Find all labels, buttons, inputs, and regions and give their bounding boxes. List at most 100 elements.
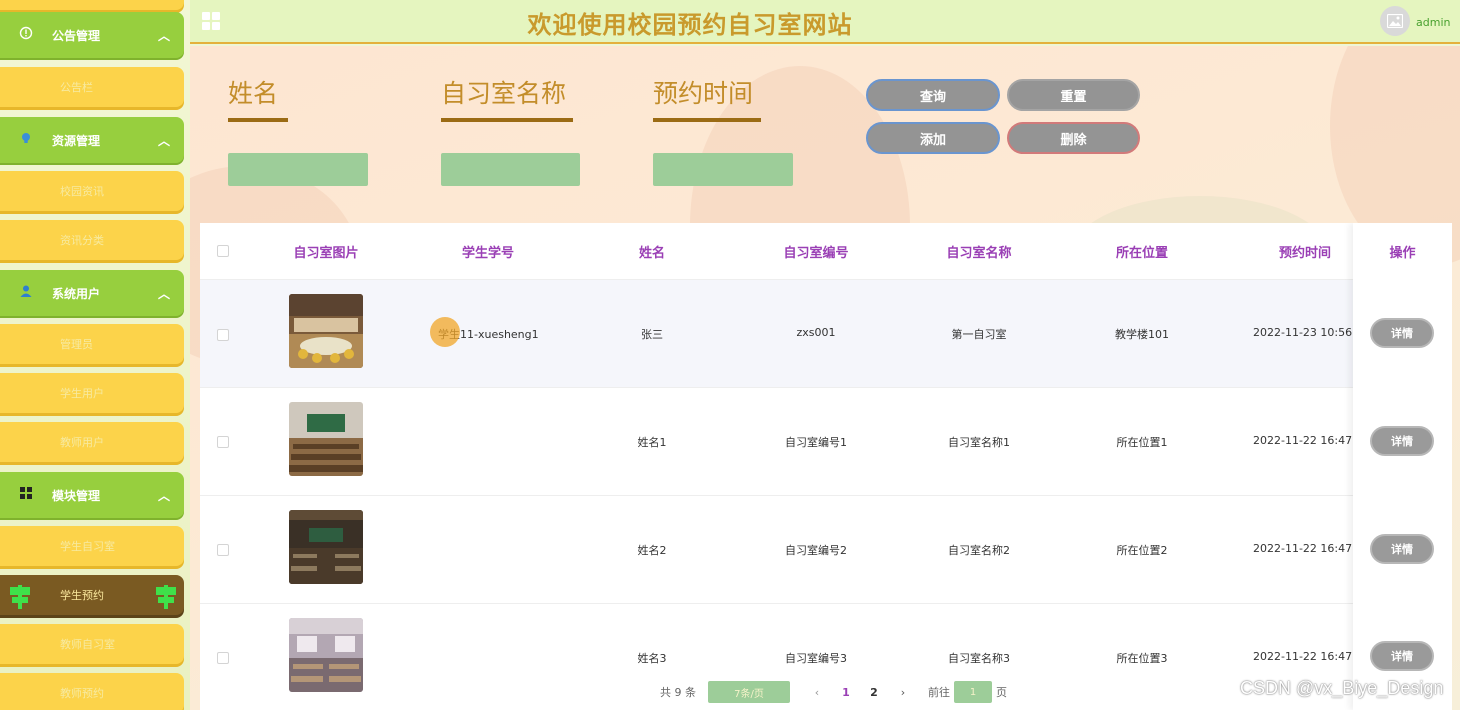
sidebar-item-bulletin[interactable]: 公告栏 — [0, 67, 184, 107]
booking-table: 自习室图片 学生学号 姓名 自习室编号 自习室名称 所在位置 预约时间 学生11… — [200, 223, 1452, 710]
cell-booking-time: 2022-11-23 10:56:06 — [1253, 326, 1353, 339]
row-checkbox[interactable] — [217, 329, 229, 341]
cell-room-no: 自习室编号2 — [785, 544, 847, 557]
column-header[interactable]: 预约时间 — [1255, 242, 1355, 261]
detail-button[interactable]: 详情 — [1370, 534, 1434, 564]
column-header[interactable]: 学生学号 — [438, 242, 538, 261]
signpost-icon — [156, 585, 176, 609]
row-checkbox[interactable] — [217, 544, 229, 556]
sidebar: 公告管理 ︿ 公告栏 资源管理 ︿ 校园资讯 资讯分类 系统用户 ︿ 管理员 学… — [0, 0, 190, 710]
sidebar-item-student-booking[interactable]: 学生预约 — [0, 575, 184, 615]
room-thumbnail — [289, 402, 363, 476]
sidebar-group-label: 系统用户 — [52, 286, 101, 301]
sidebar-group-resources[interactable]: 资源管理 ︿ — [0, 117, 184, 163]
avatar[interactable] — [1380, 6, 1410, 36]
cell-room-no: 自习室编号3 — [785, 652, 847, 665]
signpost-icon — [10, 585, 30, 609]
sidebar-group-system-users[interactable]: 系统用户 ︿ — [0, 270, 184, 316]
main-content: 姓名 自习室名称 预约时间 查询 重置 添加 删除 自习室图片 学生学号 姓名 … — [190, 46, 1460, 710]
detail-button[interactable]: 详情 — [1370, 641, 1434, 671]
sidebar-item-news-category[interactable]: 资讯分类 — [0, 220, 184, 260]
add-button[interactable]: 添加 — [866, 122, 1000, 154]
detail-button[interactable]: 详情 — [1370, 318, 1434, 348]
column-header[interactable]: 自习室图片 — [276, 242, 376, 261]
sidebar-group-announcement[interactable]: 公告管理 ︿ — [0, 12, 184, 58]
sidebar-item-admin[interactable]: 管理员 — [0, 324, 184, 364]
cell-room-name: 自习室名称3 — [948, 652, 1010, 665]
user-icon — [0, 284, 52, 302]
search-field-room-name: 自习室名称 — [441, 74, 573, 122]
search-label-room-name: 自习室名称 — [441, 79, 567, 108]
page-number[interactable]: 2 — [860, 686, 888, 699]
sidebar-item-label: 公告栏 — [60, 81, 93, 94]
username[interactable]: admin — [1416, 16, 1450, 29]
row-checkbox[interactable] — [217, 436, 229, 448]
sidebar-item-teacher-users[interactable]: 教师用户 — [0, 422, 184, 462]
operation-column: 操作 详情 详情 详情 详情 — [1353, 223, 1452, 710]
sidebar-item-student-room[interactable]: 学生自习室 — [0, 526, 184, 566]
chevron-up-icon[interactable]: ︿ — [144, 487, 184, 504]
table-header: 自习室图片 学生学号 姓名 自习室编号 自习室名称 所在位置 预约时间 — [200, 223, 1452, 280]
sidebar-item-label: 学生用户 — [60, 387, 104, 400]
room-thumbnail — [289, 294, 363, 368]
next-page-icon[interactable]: › — [888, 686, 918, 699]
sidebar-item-label: 校园资讯 — [60, 185, 104, 198]
room-thumbnail — [289, 510, 363, 584]
table-row[interactable]: 姓名2 自习室编号2 自习室名称2 所在位置2 2022-11-22 16:47… — [200, 496, 1452, 604]
label-underline — [653, 118, 761, 122]
column-header[interactable]: 所在位置 — [1092, 242, 1192, 261]
delete-button[interactable]: 删除 — [1007, 122, 1140, 154]
sidebar-group-modules[interactable]: 模块管理 ︿ — [0, 472, 184, 518]
cell-booking-time: 2022-11-22 16:47:13 — [1253, 434, 1353, 447]
image-icon — [1387, 14, 1403, 28]
prev-page-icon[interactable]: ‹ — [802, 686, 832, 699]
column-header[interactable]: 自习室编号 — [766, 242, 866, 261]
column-header[interactable]: 自习室名称 — [929, 242, 1029, 261]
sidebar-group-label: 资源管理 — [52, 133, 101, 148]
booking-time-input[interactable] — [653, 153, 793, 186]
sidebar-group-label: 公告管理 — [52, 28, 101, 43]
table-row[interactable]: 学生11-xuesheng1 张三 zxs001 第一自习室 教学楼101 20… — [200, 280, 1452, 388]
cell-room-name: 自习室名称2 — [948, 544, 1010, 557]
sidebar-item-campus-news[interactable]: 校园资讯 — [0, 171, 184, 211]
column-header: 操作 — [1389, 246, 1416, 261]
search-label-name: 姓名 — [228, 79, 279, 108]
chevron-up-icon[interactable]: ︿ — [144, 27, 184, 44]
grid-icon — [0, 487, 52, 503]
sidebar-item-teacher-booking[interactable]: 教师预约 — [0, 673, 184, 710]
select-all-checkbox[interactable] — [217, 245, 229, 257]
name-input[interactable] — [228, 153, 368, 186]
sidebar-item-top-partial[interactable] — [0, 0, 184, 10]
sidebar-item-teacher-room[interactable]: 教师自习室 — [0, 624, 184, 664]
chevron-up-icon[interactable]: ︿ — [144, 285, 184, 302]
room-name-input[interactable] — [441, 153, 580, 186]
detail-button[interactable]: 详情 — [1370, 426, 1434, 456]
pager-total: 共 9 条 — [660, 686, 696, 699]
cell-name: 张三 — [641, 328, 663, 341]
sidebar-item-label: 学生预约 — [60, 589, 104, 602]
cell-name: 姓名2 — [637, 544, 667, 557]
label-underline — [441, 118, 573, 122]
column-header[interactable]: 姓名 — [602, 242, 702, 261]
sidebar-item-label: 教师用户 — [60, 436, 104, 449]
row-checkbox[interactable] — [217, 652, 229, 664]
room-thumbnail — [289, 618, 363, 692]
cell-room-no: 自习室编号1 — [785, 436, 847, 449]
cell-location: 所在位置3 — [1116, 652, 1168, 665]
search-label-booking-time: 预约时间 — [653, 79, 754, 108]
query-button[interactable]: 查询 — [866, 79, 1000, 111]
top-header: 欢迎使用校园预约自习室网站 admin — [190, 0, 1460, 44]
reset-button[interactable]: 重置 — [1007, 79, 1140, 111]
mouse-cursor-highlight — [430, 317, 460, 347]
cell-room-name: 第一自习室 — [951, 328, 1007, 341]
cell-location: 所在位置1 — [1116, 436, 1168, 449]
sidebar-item-student-users[interactable]: 学生用户 — [0, 373, 184, 413]
goto-page-input[interactable]: 1 — [954, 681, 992, 703]
table-row[interactable]: 姓名1 自习室编号1 自习室名称1 所在位置1 2022-11-22 16:47… — [200, 388, 1452, 496]
bulb-icon — [0, 131, 52, 149]
page-number[interactable]: 1 — [832, 686, 860, 699]
cell-location: 所在位置2 — [1116, 544, 1168, 557]
cell-room-no: zxs001 — [796, 326, 836, 339]
page-size-select[interactable]: 7条/页 — [708, 681, 790, 703]
chevron-up-icon[interactable]: ︿ — [144, 132, 184, 149]
